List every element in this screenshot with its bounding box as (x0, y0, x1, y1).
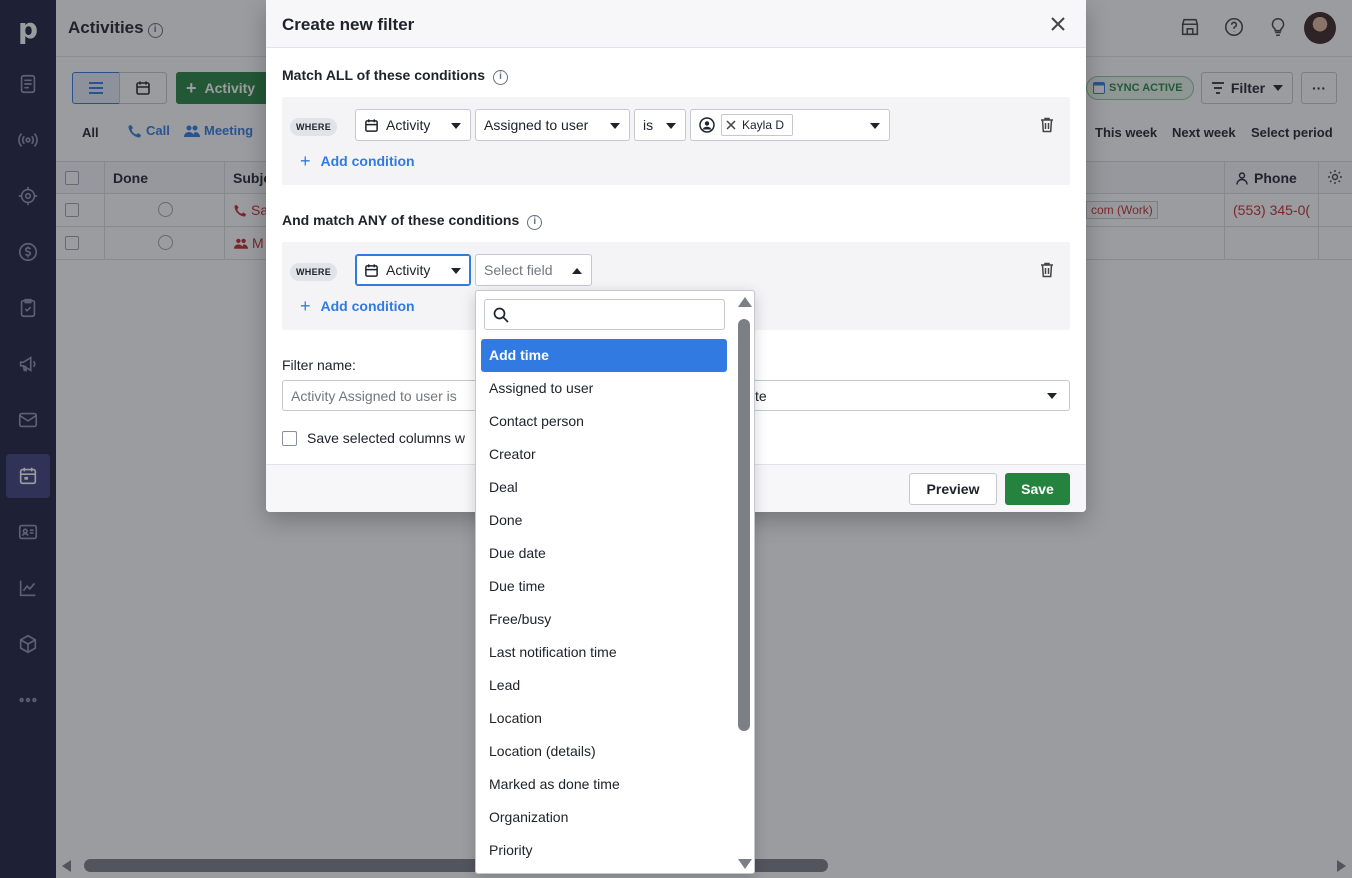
dropdown-option[interactable]: Location (details) (481, 735, 727, 768)
save-columns-checkbox[interactable] (282, 430, 297, 446)
dropdown-scrollbar-thumb[interactable] (738, 319, 750, 731)
where-badge: WHERE (290, 118, 337, 136)
calendar-icon (365, 263, 378, 277)
visibility-select-value: te (755, 388, 767, 404)
user-select[interactable]: Kayla D (690, 109, 890, 141)
visibility-select[interactable]: te (755, 380, 1070, 411)
dropdown-option[interactable]: Add time (481, 339, 727, 372)
match-all-heading: Match ALL of these conditions i (282, 67, 509, 85)
search-icon (493, 307, 509, 323)
field-select-placeholder: Select field (484, 262, 553, 278)
dropdown-option[interactable]: Assigned to user (481, 372, 727, 405)
entity-select-value: Activity (386, 262, 431, 278)
chevron-down-icon (870, 123, 880, 129)
dropdown-option[interactable]: Creator (481, 438, 727, 471)
match-all-title: Match ALL of these conditions (282, 67, 486, 83)
add-condition-label: Add condition (320, 153, 415, 169)
add-condition-button[interactable]: + Add condition (300, 297, 415, 315)
operator-select-value: is (643, 117, 654, 133)
chevron-up-icon (572, 268, 582, 274)
dropdown-search-input[interactable] (484, 299, 725, 330)
dropdown-option[interactable]: Lead (481, 669, 727, 702)
dropdown-option[interactable]: Location (481, 702, 727, 735)
chevron-down-icon (451, 268, 461, 274)
dropdown-option[interactable]: Done (481, 504, 727, 537)
dropdown-option[interactable]: Deal (481, 471, 727, 504)
add-condition-button[interactable]: + Add condition (300, 152, 415, 170)
chevron-down-icon (666, 123, 676, 129)
close-icon[interactable] (1048, 14, 1068, 34)
preview-button[interactable]: Preview (909, 473, 997, 505)
match-any-title: And match ANY of these conditions (282, 212, 520, 228)
calendar-icon (365, 118, 378, 132)
where-badge: WHERE (290, 263, 337, 281)
chevron-down-icon (451, 123, 461, 129)
save-button[interactable]: Save (1005, 473, 1070, 505)
entity-select[interactable]: Activity (355, 109, 471, 141)
plus-icon: + (300, 296, 311, 316)
remove-user-icon[interactable] (726, 120, 736, 130)
chevron-down-icon (1047, 393, 1057, 399)
select-field-dropdown: Add time Assigned to user Contact person Cr… (475, 290, 755, 874)
entity-select-value: Activity (386, 117, 431, 133)
field-select[interactable]: Assigned to user (475, 109, 630, 141)
modal-title: Create new filter (282, 15, 415, 34)
scroll-up-arrow[interactable] (738, 297, 752, 307)
dropdown-options-list: Add time Assigned to user Contact person Cr… (481, 339, 727, 867)
scroll-down-arrow[interactable] (738, 859, 752, 869)
save-label: Save (1021, 481, 1054, 497)
filter-name-input[interactable]: Activity Assigned to user is (282, 380, 478, 411)
preview-label: Preview (926, 481, 980, 497)
selected-user-chip: Kayla D (721, 114, 794, 136)
operator-select[interactable]: is (634, 109, 686, 141)
dropdown-option[interactable]: Due time (481, 570, 727, 603)
match-all-conditions: WHERE Activity Assigned to user is Kayla… (282, 97, 1070, 185)
dropdown-option[interactable]: Organization (481, 801, 727, 834)
entity-select[interactable]: Activity (355, 254, 471, 286)
dropdown-option[interactable]: Marked as done time (481, 768, 727, 801)
info-icon[interactable]: i (527, 215, 543, 230)
dropdown-option[interactable]: Last notification time (481, 636, 727, 669)
dropdown-scrollbar[interactable] (735, 291, 754, 873)
modal-header: Create new filter (266, 0, 1086, 48)
user-circle-icon (699, 117, 715, 133)
dropdown-option[interactable]: Free/busy (481, 603, 727, 636)
chevron-down-icon (610, 123, 620, 129)
dropdown-option[interactable]: Priority (481, 834, 727, 867)
selected-user-name: Kayla D (742, 118, 785, 132)
match-any-heading: And match ANY of these conditions i (282, 212, 543, 230)
dropdown-option[interactable]: Contact person (481, 405, 727, 438)
field-select-value: Assigned to user (484, 117, 589, 133)
add-condition-label: Add condition (320, 298, 415, 314)
delete-condition-trash-icon[interactable] (1040, 262, 1054, 278)
filter-name-label: Filter name: (282, 357, 356, 373)
plus-icon: + (300, 151, 311, 171)
delete-condition-trash-icon[interactable] (1040, 117, 1054, 133)
filter-name-value: Activity Assigned to user is (291, 388, 457, 404)
info-icon[interactable]: i (493, 70, 509, 85)
save-columns-label: Save selected columns w (307, 430, 465, 446)
field-select[interactable]: Select field (475, 254, 592, 286)
save-columns-option[interactable]: Save selected columns w (282, 430, 465, 446)
dropdown-option[interactable]: Due date (481, 537, 727, 570)
